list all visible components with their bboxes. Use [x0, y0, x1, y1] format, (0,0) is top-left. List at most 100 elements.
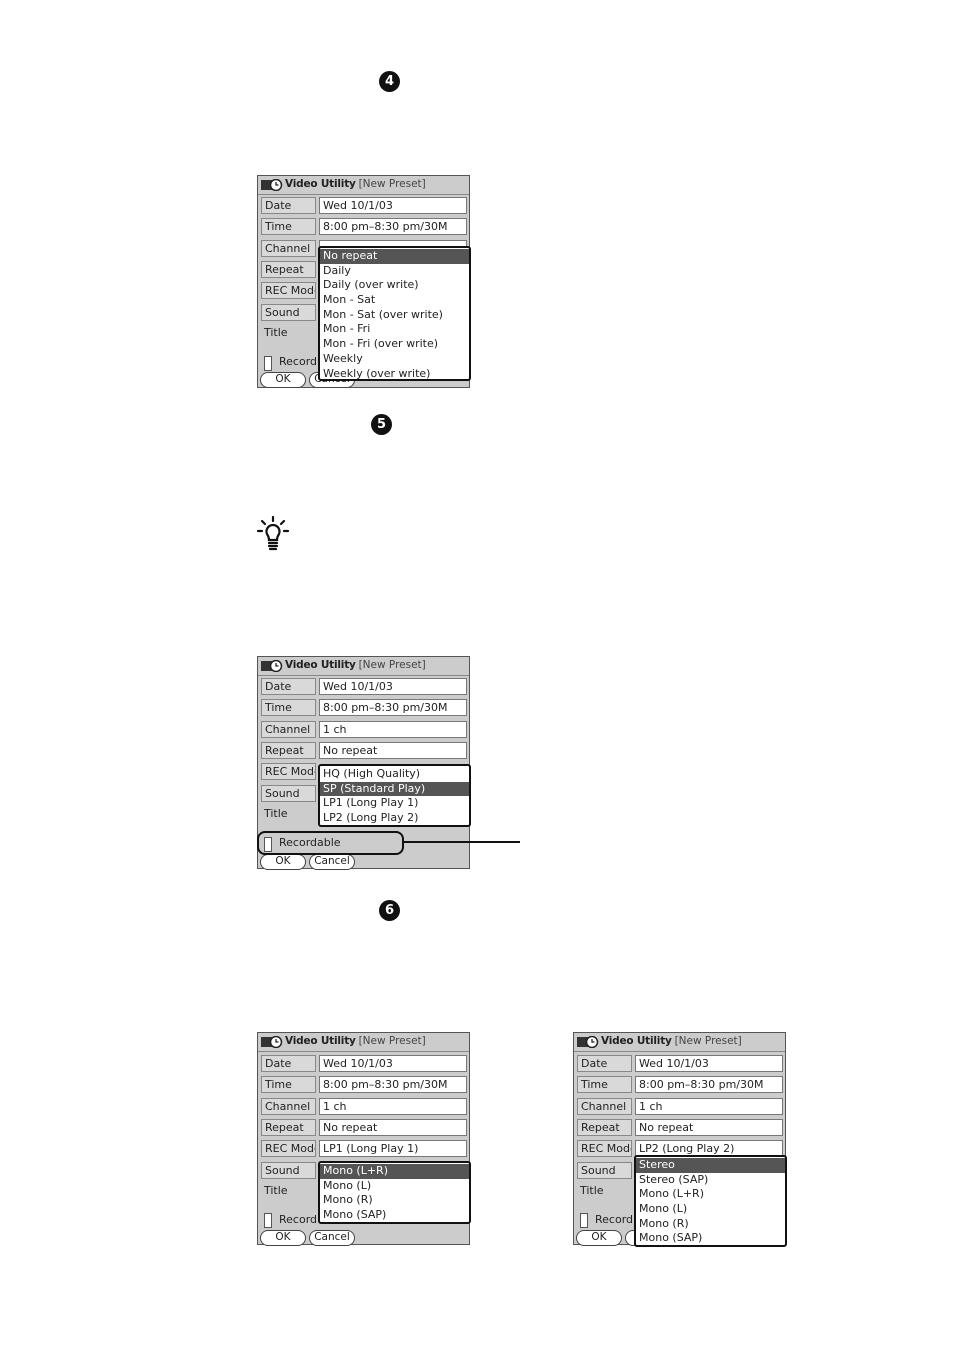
- recordable-checkbox[interactable]: [264, 356, 272, 371]
- title-bar: Video Utility – [New Preset]: [258, 1033, 469, 1052]
- channel-label: Channel: [261, 240, 316, 257]
- app-title: Video Utility: [285, 1035, 356, 1047]
- recordable-checkbox[interactable]: [264, 1213, 272, 1228]
- date-field[interactable]: Wed 10/1/03: [319, 1055, 467, 1072]
- rec-mode-label: REC Mode: [261, 763, 316, 780]
- dropdown-option[interactable]: Stereo (SAP): [636, 1173, 785, 1188]
- video-utility-icon: [577, 1036, 599, 1048]
- channel-field[interactable]: 1 ch: [635, 1098, 783, 1115]
- dropdown-option[interactable]: Daily: [320, 264, 469, 279]
- date-label: Date: [261, 678, 316, 695]
- window-subtitle: – [New Preset]: [350, 178, 426, 190]
- step-number-5: 5: [371, 414, 392, 435]
- dropdown-option[interactable]: Mono (L): [320, 1179, 469, 1194]
- ok-button[interactable]: OK: [260, 372, 306, 388]
- sound-label: Sound: [577, 1162, 632, 1179]
- title-bar: Video Utility – [New Preset]: [574, 1033, 785, 1052]
- dropdown-option[interactable]: Weekly: [320, 352, 469, 367]
- dropdown-option[interactable]: Mon - Sat (over write): [320, 308, 469, 323]
- repeat-dropdown[interactable]: No repeat Daily Daily (over write) Mon -…: [318, 246, 471, 381]
- rec-mode-field[interactable]: LP1 (Long Play 1): [319, 1140, 467, 1157]
- channel-label: Channel: [577, 1098, 632, 1115]
- dropdown-option[interactable]: Mono (SAP): [320, 1208, 469, 1223]
- time-label: Time: [261, 218, 316, 235]
- repeat-field[interactable]: No repeat: [319, 1119, 467, 1136]
- dropdown-option[interactable]: Mon - Fri: [320, 322, 469, 337]
- rec-mode-dropdown[interactable]: HQ (High Quality) SP (Standard Play) LP1…: [318, 764, 471, 827]
- dropdown-option[interactable]: Mon - Fri (over write): [320, 337, 469, 352]
- date-field[interactable]: Wed 10/1/03: [635, 1055, 783, 1072]
- channel-field[interactable]: 1 ch: [319, 721, 467, 738]
- rec-mode-label: REC Mode: [261, 1140, 316, 1157]
- ok-button[interactable]: OK: [260, 854, 306, 870]
- dropdown-option[interactable]: Daily (over write): [320, 278, 469, 293]
- dropdown-option[interactable]: Mono (SAP): [636, 1231, 785, 1246]
- time-label: Time: [261, 1076, 316, 1093]
- date-label: Date: [261, 197, 316, 214]
- repeat-label: Repeat: [577, 1119, 632, 1136]
- title-label: Title: [264, 1184, 288, 1197]
- rec-mode-label: REC Mode: [261, 282, 316, 299]
- dropdown-option[interactable]: Mono (L): [636, 1202, 785, 1217]
- app-title: Video Utility: [601, 1035, 672, 1047]
- time-field[interactable]: 8:00 pm–8:30 pm/30M: [319, 218, 467, 235]
- cancel-button[interactable]: Cancel: [309, 1230, 355, 1246]
- dropdown-option[interactable]: Mono (R): [636, 1217, 785, 1232]
- cancel-button[interactable]: Cancel: [309, 854, 355, 870]
- dropdown-option[interactable]: LP2 (Long Play 2): [320, 811, 469, 826]
- video-utility-icon: [261, 660, 283, 672]
- title-label: Title: [264, 807, 288, 820]
- dropdown-option[interactable]: Mono (L+R): [320, 1164, 469, 1179]
- date-field[interactable]: Wed 10/1/03: [319, 678, 467, 695]
- screen-sound-menu-lp1: Video Utility – [New Preset] Date Wed 10…: [257, 1032, 471, 1246]
- sound-label: Sound: [261, 1162, 316, 1179]
- title-label: Title: [580, 1184, 604, 1197]
- sound-label: Sound: [261, 785, 316, 802]
- step-number-6: 6: [379, 900, 400, 921]
- sound-dropdown[interactable]: Stereo Stereo (SAP) Mono (L+R) Mono (L) …: [634, 1155, 787, 1247]
- sound-label: Sound: [261, 304, 316, 321]
- dropdown-option[interactable]: Mono (L+R): [636, 1187, 785, 1202]
- screen-repeat-menu: Video Utility – [New Preset] Date Wed 10…: [257, 175, 471, 388]
- dropdown-option[interactable]: Stereo: [636, 1158, 785, 1173]
- repeat-label: Repeat: [261, 261, 316, 278]
- dropdown-option[interactable]: Mono (R): [320, 1193, 469, 1208]
- channel-label: Channel: [261, 1098, 316, 1115]
- recordable-label: Record: [279, 1213, 318, 1226]
- recordable-callout-ring: [257, 831, 404, 855]
- channel-field[interactable]: 1 ch: [319, 1098, 467, 1115]
- ok-button[interactable]: OK: [260, 1230, 306, 1246]
- sound-dropdown[interactable]: Mono (L+R) Mono (L) Mono (R) Mono (SAP): [318, 1161, 471, 1224]
- title-label: Title: [264, 326, 288, 339]
- recordable-label: Record: [595, 1213, 634, 1226]
- repeat-label: Repeat: [261, 1119, 316, 1136]
- dropdown-option[interactable]: No repeat: [320, 249, 469, 264]
- app-title: Video Utility: [285, 178, 356, 190]
- dropdown-option[interactable]: Mon - Sat: [320, 293, 469, 308]
- video-utility-icon: [261, 179, 283, 191]
- dropdown-option[interactable]: HQ (High Quality): [320, 767, 469, 782]
- repeat-field[interactable]: No repeat: [635, 1119, 783, 1136]
- title-bar: Video Utility – [New Preset]: [258, 657, 469, 676]
- time-field[interactable]: 8:00 pm–8:30 pm/30M: [319, 1076, 467, 1093]
- window-subtitle: – [New Preset]: [666, 1035, 742, 1047]
- time-label: Time: [261, 699, 316, 716]
- time-field[interactable]: 8:00 pm–8:30 pm/30M: [635, 1076, 783, 1093]
- video-utility-icon: [261, 1036, 283, 1048]
- dropdown-option[interactable]: SP (Standard Play): [320, 781, 469, 797]
- window-subtitle: – [New Preset]: [350, 1035, 426, 1047]
- date-label: Date: [577, 1055, 632, 1072]
- lightbulb-hint-icon: [256, 516, 290, 551]
- ok-button[interactable]: OK: [576, 1230, 622, 1246]
- recordable-checkbox[interactable]: [580, 1213, 588, 1228]
- dropdown-option[interactable]: Weekly (over write): [320, 367, 469, 382]
- dropdown-option[interactable]: LP1 (Long Play 1): [320, 796, 469, 811]
- repeat-field[interactable]: No repeat: [319, 742, 467, 759]
- callout-leader-line: [402, 841, 520, 843]
- step-number-4: 4: [379, 71, 400, 92]
- window-subtitle: – [New Preset]: [350, 659, 426, 671]
- date-field[interactable]: Wed 10/1/03: [319, 197, 467, 214]
- time-field[interactable]: 8:00 pm–8:30 pm/30M: [319, 699, 467, 716]
- screen-sound-menu-lp2: Video Utility – [New Preset] Date Wed 10…: [573, 1032, 787, 1247]
- recordable-label: Record: [279, 355, 318, 368]
